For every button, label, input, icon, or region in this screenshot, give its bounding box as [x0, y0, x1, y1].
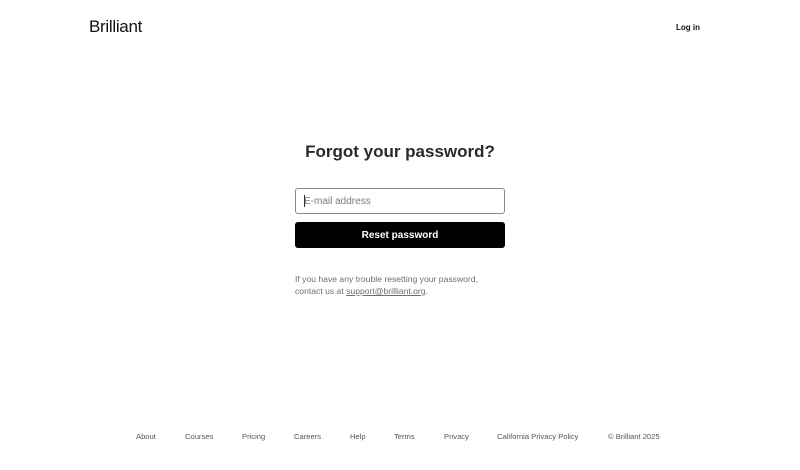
email-field[interactable]	[295, 188, 505, 214]
footer-link-about[interactable]: About	[136, 432, 156, 441]
help-suffix: .	[425, 286, 428, 296]
help-prefix: contact us at	[295, 286, 347, 296]
footer: About Courses Pricing Careers Help Terms…	[0, 432, 800, 444]
copyright-text: © Brilliant 2025	[608, 432, 660, 441]
footer-link-terms[interactable]: Terms	[394, 432, 415, 441]
brilliant-logo[interactable]: Brilliant	[89, 17, 142, 37]
help-text: If you have any trouble resetting your p…	[295, 273, 515, 297]
footer-link-help[interactable]: Help	[350, 432, 366, 441]
text-caret	[304, 195, 305, 207]
support-email-link[interactable]: support@brilliant.org	[346, 286, 425, 296]
page-title: Forgot your password?	[305, 142, 495, 161]
reset-password-button[interactable]: Reset password	[295, 222, 505, 248]
footer-link-courses[interactable]: Courses	[185, 432, 213, 441]
footer-link-privacy[interactable]: Privacy	[444, 432, 469, 441]
footer-link-careers[interactable]: Careers	[294, 432, 321, 441]
footer-link-california-privacy[interactable]: California Privacy Policy	[497, 432, 578, 441]
help-line-1: If you have any trouble resetting your p…	[295, 274, 478, 284]
footer-link-pricing[interactable]: Pricing	[242, 432, 265, 441]
login-link[interactable]: Log in	[676, 23, 700, 32]
